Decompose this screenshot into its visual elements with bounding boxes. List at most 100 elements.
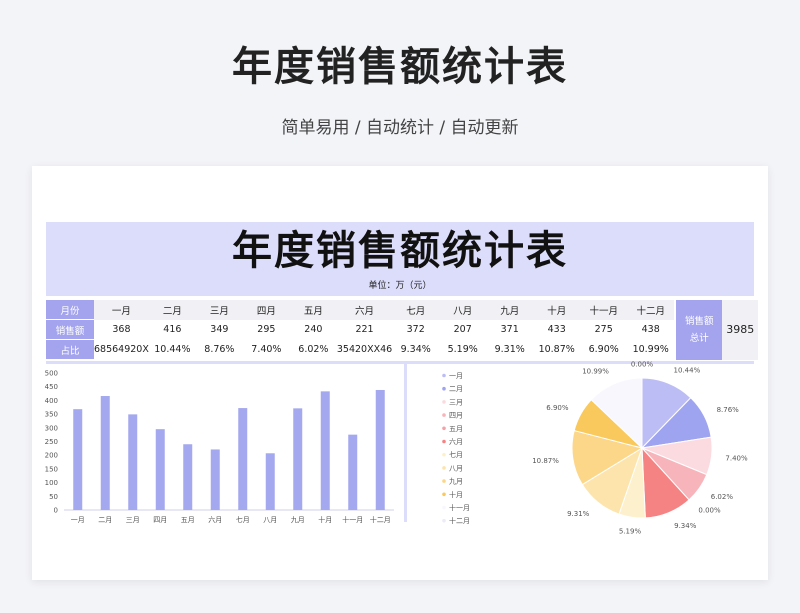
ratio-cell: 6.02% [298, 344, 329, 355]
unit-label: 单位：万（元） [368, 281, 432, 291]
legend-label: 十月 [449, 490, 463, 499]
legend-label: 四月 [449, 412, 463, 420]
month-cell: 十一月 [580, 300, 628, 320]
sales-cell: 207 [453, 324, 472, 335]
legend-marker [442, 452, 446, 457]
ratio-cell: 68564920X [94, 344, 149, 355]
sales-cell: 240 [304, 324, 323, 335]
table-row-sales: 销售额 368 416 349 295 240 221 372 207 371 … [46, 319, 758, 340]
legend-label: 六月 [449, 437, 463, 446]
slice-label: 10.87% [532, 457, 559, 465]
slice-label: 5.19% [619, 528, 642, 536]
month-cell: 九月 [486, 300, 534, 320]
sales-cell: 368 [112, 324, 131, 335]
legend-marker [442, 400, 446, 404]
legend-label: 二月 [449, 385, 463, 393]
hero-title: 年度销售额统计表 [232, 44, 568, 90]
slice-label: 0.00% [698, 507, 721, 515]
legend-label: 七月 [449, 450, 463, 459]
hero-subtitle: 简单易用 / 自动统计 / 自动更新 [281, 118, 519, 138]
ratio-cell: 10.87% [538, 344, 575, 355]
legend-label: 五月 [449, 425, 463, 433]
legend-label: 十二月 [449, 516, 470, 525]
ratio-cell: 6.90% [588, 344, 619, 355]
slice-label: 0.00% [631, 361, 654, 369]
bar [348, 434, 358, 510]
row-header-ratio: 占比 [46, 339, 94, 360]
legend-marker [442, 492, 446, 497]
x-tick-label: 一月 [71, 516, 85, 524]
legend-label: 九月 [449, 477, 463, 486]
spreadsheet-preview-card: 年度销售额统计表 单位：万（元） 月份 一月 二月 三月 四月 五月 六月 七月… [32, 166, 768, 580]
x-tick-label: 九月 [291, 515, 305, 524]
month-cell: 八月 [439, 300, 487, 320]
sales-cell: 221 [355, 324, 374, 335]
ratio-cell: 5.19% [447, 344, 478, 355]
total-value: 3985 [722, 300, 759, 360]
month-cell: 一月 [94, 300, 149, 320]
month-cell: 七月 [392, 300, 440, 320]
ratio-cell: 9.31% [494, 344, 525, 355]
legend-label: 一月 [449, 372, 463, 380]
x-tick-label: 四月 [153, 516, 167, 524]
month-cell: 十月 [533, 300, 581, 320]
sales-cell: 416 [163, 324, 182, 335]
legend-marker [442, 426, 446, 431]
y-tick-label: 0 [54, 507, 58, 515]
x-tick-label: 十一月 [342, 515, 363, 524]
y-tick-label: 150 [45, 465, 58, 473]
ratio-cell: 10.44% [154, 344, 191, 355]
bar [73, 409, 83, 510]
total-label: 销售额 总计 [674, 300, 723, 360]
row-header-month: 月份 [46, 300, 94, 320]
sales-table: 月份 一月 二月 三月 四月 五月 六月 七月 八月 九月 十月 十一月 十二月… [46, 300, 759, 360]
sales-cell: 275 [594, 324, 613, 335]
total-label-line1: 销售额 [684, 315, 714, 327]
x-tick-label: 十月 [318, 515, 332, 524]
legend-marker [442, 439, 446, 444]
x-tick-label: 六月 [208, 515, 222, 524]
table-row-months: 月份 一月 二月 三月 四月 五月 六月 七月 八月 九月 十月 十一月 十二月… [46, 300, 759, 360]
sheet-title: 年度销售额统计表 [232, 228, 568, 274]
bar [183, 444, 193, 510]
y-tick-label: 250 [45, 438, 58, 446]
y-tick-label: 500 [45, 370, 58, 378]
table-row-ratio: 占比 68564920X 10.44% 8.76% 7.40% 6.02% 35… [46, 339, 758, 360]
month-cell: 四月 [242, 300, 290, 320]
ratio-cell: 7.40% [251, 344, 282, 355]
legend-marker [442, 505, 446, 510]
x-tick-label: 十二月 [370, 515, 391, 524]
chart-divider [404, 364, 407, 522]
ratio-cell: 10.99% [632, 344, 669, 355]
bar-chart: 0 50 100 150 200 250 300 350 400 450 500 一月 二月 三月 四月 五月… [45, 370, 394, 524]
x-tick-label: 二月 [98, 516, 112, 524]
bar [320, 391, 330, 510]
y-tick-label: 350 [45, 411, 58, 419]
legend-label: 三月 [449, 398, 463, 406]
y-tick-label: 400 [45, 397, 58, 405]
month-cell: 五月 [289, 300, 337, 320]
slice-label: 6.90% [546, 404, 569, 412]
x-tick-label: 五月 [181, 516, 195, 524]
pie-chart: 一月二月三月四月五月六月七月八月九月十月十一月十二月 10.44% 8.76% 7.4… [442, 361, 748, 536]
bar [375, 389, 385, 510]
legend-marker [442, 373, 446, 378]
sales-cell: 295 [257, 324, 276, 335]
slice-label: 10.44% [674, 367, 701, 375]
slice-label: 8.76% [717, 406, 740, 414]
legend-marker [442, 479, 446, 483]
sales-cell: 349 [210, 324, 229, 335]
legend-marker [442, 466, 446, 470]
month-cell: 十二月 [627, 300, 676, 320]
bar [210, 449, 220, 510]
ratio-cell: 9.34% [400, 344, 431, 355]
legend-marker [442, 386, 446, 391]
bar [293, 408, 303, 510]
y-tick-label: 450 [45, 383, 58, 391]
bar [128, 414, 138, 510]
y-tick-label: 50 [49, 493, 58, 501]
legend-label: 八月 [449, 464, 463, 472]
slice-label: 10.99% [582, 367, 609, 375]
slice-label: 9.34% [674, 522, 697, 530]
x-tick-label: 七月 [236, 515, 250, 524]
